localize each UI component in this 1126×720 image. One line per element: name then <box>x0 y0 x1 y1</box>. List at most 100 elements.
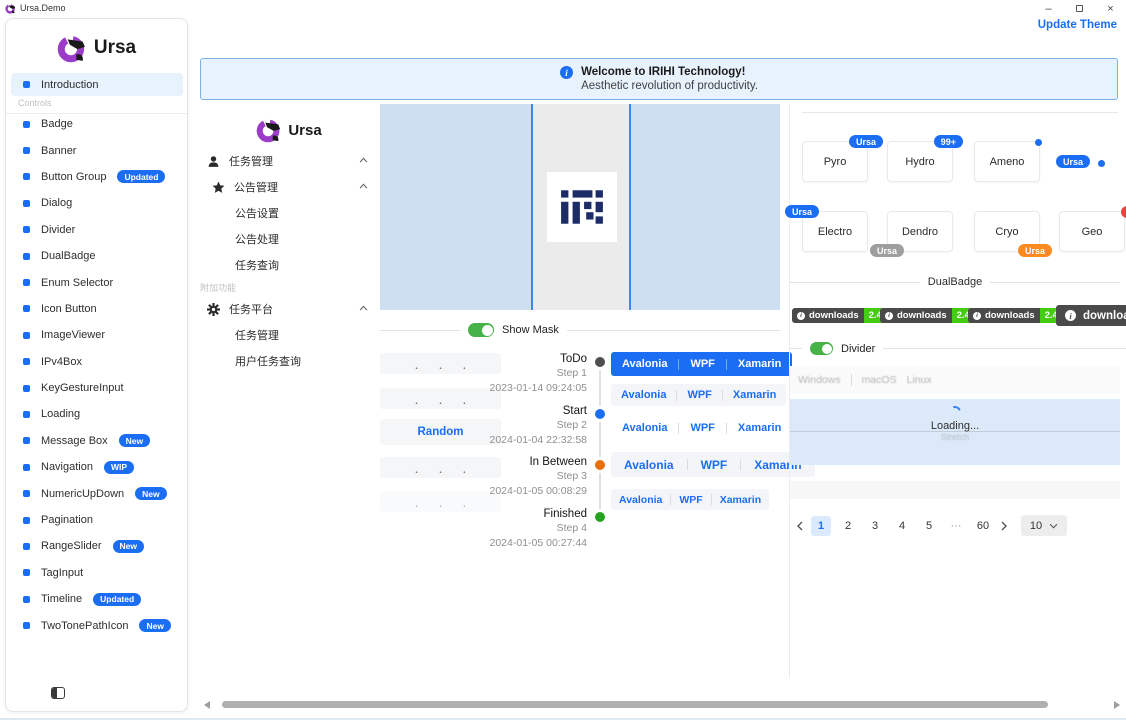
sidebar-item-ipv4box[interactable]: IPv4Box <box>6 349 187 375</box>
page-ellipsis[interactable]: ··· <box>946 516 966 536</box>
update-theme-button[interactable]: Update Theme <box>1038 19 1117 31</box>
sidebar-item-navigation[interactable]: NavigationWIP <box>6 454 187 480</box>
nav-item-task-management-sub[interactable]: 任务管理 <box>200 322 378 348</box>
page-button-3[interactable]: 3 <box>865 516 885 536</box>
bullet-icon <box>23 569 30 576</box>
nav-brand: Ursa <box>200 112 378 148</box>
sidebar-item-keygestureinput[interactable]: KeyGestureInput <box>6 375 187 401</box>
sidebar-item-taginput[interactable]: TagInput <box>6 560 187 586</box>
info-icon: i <box>885 312 893 320</box>
button-avalonia[interactable]: Avalonia <box>611 489 670 510</box>
sidebar-item-badge[interactable]: Badge <box>6 111 187 137</box>
chevron-left-icon[interactable] <box>796 521 804 531</box>
nav-item-announcement-settings[interactable]: 公告设置 <box>200 200 378 226</box>
maximize-button[interactable] <box>1064 0 1095 17</box>
bullet-icon <box>23 622 30 629</box>
button-wpf[interactable]: WPF <box>677 384 721 406</box>
nav-item-user-task-query[interactable]: 用户任务查询 <box>200 348 378 374</box>
chevron-up-icon[interactable] <box>359 305 368 311</box>
scrollbar-thumb[interactable] <box>222 701 1048 708</box>
timeline-entry: Finished Step 4 2024-01-05 00:27:44 <box>420 508 587 550</box>
sidebar-item-pagination[interactable]: Pagination <box>6 507 187 533</box>
sidebar-item-imageviewer[interactable]: ImageViewer <box>6 322 187 348</box>
scroll-right-arrow[interactable] <box>1114 701 1120 709</box>
sidebar-item-divider[interactable]: Divider <box>6 217 187 243</box>
sidebar-item-introduction[interactable]: Introduction <box>11 73 183 96</box>
minimize-button[interactable]: – <box>1033 0 1064 17</box>
app-logo-icon <box>5 3 16 14</box>
pagination: 1 2 3 4 5 ··· 60 10 <box>796 515 1067 536</box>
nav-item-task-query[interactable]: 任务查询 <box>200 252 378 278</box>
badge-card-dendro: Dendro Ursa <box>887 211 953 252</box>
sidebar: Ursa Introduction Controls Badge Banner … <box>5 18 188 712</box>
button-group-light: Avalonia WPF Xamarin <box>611 384 786 406</box>
button-wpf[interactable]: WPF <box>679 352 725 376</box>
bullet-icon <box>23 121 30 128</box>
sidebar-item-icon-button[interactable]: Icon Button <box>6 296 187 322</box>
ursa-logo-icon <box>57 33 87 63</box>
nav-item-announcement-management[interactable]: 公告管理 <box>200 174 378 200</box>
page-button-2[interactable]: 2 <box>838 516 858 536</box>
sidebar-item-timeline[interactable]: TimelineUpdated <box>6 586 187 612</box>
button-avalonia[interactable]: Avalonia <box>611 352 678 376</box>
nav-item-announcement-handling[interactable]: 公告处理 <box>200 226 378 252</box>
ursa-logo-icon <box>256 117 282 143</box>
sidebar-item-loading[interactable]: Loading <box>6 401 187 427</box>
page-size-select[interactable]: 10 <box>1021 515 1067 536</box>
divider-demo-row: Divider <box>790 342 1126 355</box>
button-avalonia[interactable]: Avalonia <box>611 417 678 439</box>
gear-icon <box>207 303 220 316</box>
status-badge: New <box>119 434 150 447</box>
sidebar-item-rangeslider[interactable]: RangeSliderNew <box>6 533 187 559</box>
button-xamarin[interactable]: Xamarin <box>727 352 792 376</box>
scroll-left-arrow[interactable] <box>204 701 210 709</box>
star-icon <box>212 181 225 194</box>
image-strip <box>533 104 629 310</box>
button-wpf[interactable]: WPF <box>688 452 741 477</box>
button-avalonia[interactable]: Avalonia <box>611 384 676 406</box>
bullet-icon <box>23 279 30 286</box>
bullet-icon <box>23 596 30 603</box>
maximize-icon <box>1076 5 1083 12</box>
sidebar-item-twotonepathicon[interactable]: TwoTonePathIconNew <box>6 612 187 638</box>
button-xamarin[interactable]: Xamarin <box>727 417 792 439</box>
button-avalonia[interactable]: Avalonia <box>611 452 687 477</box>
timeline-entry: In Between Step 3 2024-01-05 00:08:29 <box>420 456 587 498</box>
sidebar-item-dualbadge[interactable]: DualBadge <box>6 243 187 269</box>
timeline-dot <box>595 357 605 367</box>
dualbadge-downloads-large: idownloads <box>1056 305 1126 326</box>
sidebar-item-enum-selector[interactable]: Enum Selector <box>6 269 187 295</box>
close-button[interactable]: × <box>1095 0 1126 17</box>
bullet-icon <box>23 173 30 180</box>
button-wpf[interactable]: WPF <box>679 417 725 439</box>
mask-left <box>380 104 531 310</box>
sidebar-item-button-group[interactable]: Button GroupUpdated <box>6 164 187 190</box>
page-button-4[interactable]: 4 <box>892 516 912 536</box>
app-window: Ursa.Demo – × Ursa Introduction Controls… <box>0 0 1126 720</box>
button-xamarin[interactable]: Xamarin <box>712 489 769 510</box>
bullet-icon <box>23 332 30 339</box>
image-viewer[interactable] <box>380 104 780 310</box>
sidebar-item-dialog[interactable]: Dialog <box>6 190 187 216</box>
button-wpf[interactable]: WPF <box>671 489 710 510</box>
page-button-1[interactable]: 1 <box>811 516 831 536</box>
loading-ghost-text: Stretch <box>790 432 1120 442</box>
page-button-60[interactable]: 60 <box>973 516 993 536</box>
info-icon: i <box>560 66 573 79</box>
chevron-up-icon[interactable] <box>359 183 368 189</box>
nav-item-task-platform[interactable]: 任务平台 <box>200 296 378 322</box>
sidebar-item-message-box[interactable]: Message BoxNew <box>6 428 187 454</box>
divider-toggle[interactable] <box>810 342 833 355</box>
chevron-right-icon[interactable] <box>1000 521 1008 531</box>
chevron-up-icon[interactable] <box>359 157 368 163</box>
nav-item-task-management[interactable]: 任务管理 <box>200 148 378 174</box>
button-xamarin[interactable]: Xamarin <box>723 384 786 406</box>
badge-card-hydro: Hydro 99+ <box>887 141 953 182</box>
dualbadge-divider: DualBadge <box>790 276 1120 288</box>
page-button-5[interactable]: 5 <box>919 516 939 536</box>
sidebar-item-numericupdown[interactable]: NumericUpDownNew <box>6 480 187 506</box>
sidebar-item-banner[interactable]: Banner <box>6 137 187 163</box>
show-mask-toggle[interactable] <box>468 323 494 337</box>
collapse-sidebar-icon[interactable] <box>51 687 65 699</box>
status-badge: Updated <box>93 593 141 606</box>
